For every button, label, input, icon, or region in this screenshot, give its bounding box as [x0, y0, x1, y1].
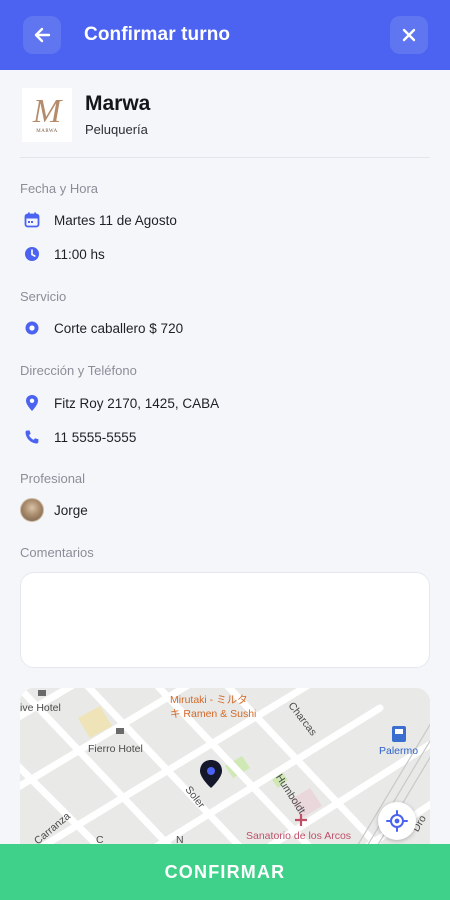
business-name: Marwa	[85, 92, 151, 115]
phone-row[interactable]: 11 5555-5555	[20, 425, 136, 449]
close-icon	[402, 28, 416, 42]
logo-caption: MARWA	[36, 128, 58, 134]
service-value: Corte caballero $ 720	[54, 320, 184, 336]
top-app-bar: Confirmar turno	[0, 0, 450, 70]
date-time-label: Fecha y Hora	[20, 181, 99, 196]
business-category: Peluquería	[85, 122, 148, 137]
service-row: Corte caballero $ 720	[20, 316, 183, 340]
map-label-sanatorio: Sanatorio de los Arcos	[246, 830, 352, 842]
confirm-button[interactable]: CONFIRMAR	[0, 844, 450, 900]
comments-label: Comentarios	[20, 545, 94, 560]
date-row: Martes 11 de Agosto	[20, 208, 177, 232]
address-row[interactable]: Fitz Roy 2170, 1425, CABA	[20, 391, 219, 415]
page-title: Confirmar turno	[84, 24, 231, 45]
contact-label: Dirección y Teléfono	[20, 363, 137, 378]
avatar	[20, 498, 44, 522]
logo-letter: M	[32, 92, 62, 130]
time-value: 11:00 hs	[54, 246, 105, 262]
professional-row: Jorge	[20, 498, 88, 522]
map-label-palermo: Palermo	[379, 745, 419, 757]
map-label-ramen-sushi: キ Ramen & Sushi	[170, 708, 257, 720]
phone-icon	[20, 425, 44, 449]
arrow-left-icon	[34, 27, 51, 43]
clock-icon	[20, 242, 44, 266]
my-location-button[interactable]	[378, 802, 416, 840]
calendar-icon	[20, 208, 44, 232]
business-card: M MARWA Marwa Peluquería	[20, 88, 430, 158]
map-label-mirutaki: Mirutaki - ミルタ	[170, 694, 248, 706]
service-label: Servicio	[20, 289, 67, 304]
business-logo: M MARWA	[22, 88, 72, 142]
map-label-fierro-hotel: Fierro Hotel	[88, 743, 143, 755]
professional-name: Jorge	[54, 502, 88, 518]
professional-label: Profesional	[20, 471, 86, 486]
address-value: Fitz Roy 2170, 1425, CABA	[54, 395, 220, 411]
service-dot-icon	[20, 316, 44, 340]
location-map[interactable]: ive Hotel Mirutaki - ミルタ キ Ramen & Sushi…	[20, 688, 430, 848]
map-label-ive-hotel: ive Hotel	[20, 702, 61, 714]
phone-value: 11 5555-5555	[54, 429, 137, 445]
comments-textarea[interactable]	[20, 572, 430, 668]
date-value: Martes 11 de Agosto	[54, 212, 177, 228]
location-pin-icon	[20, 391, 44, 415]
close-button[interactable]	[390, 16, 428, 54]
time-row: 11:00 hs	[20, 242, 105, 266]
crosshair-icon	[386, 810, 408, 832]
back-button[interactable]	[23, 16, 61, 54]
